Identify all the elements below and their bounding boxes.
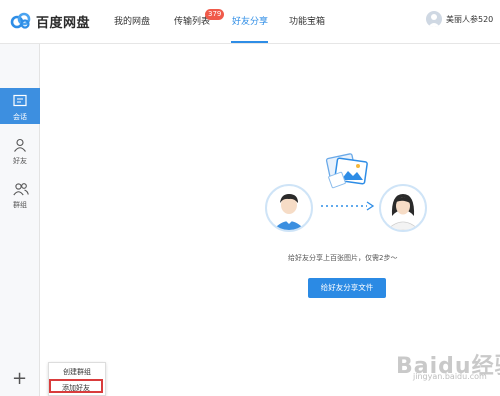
- sender-avatar: [265, 184, 313, 232]
- top-bar: 百度网盘 我的网盘 传输列表 379 好友分享 功能宝箱 美丽人参520: [0, 0, 500, 44]
- app-title: 百度网盘: [36, 15, 91, 31]
- nav-my-disk[interactable]: 我的网盘: [114, 14, 150, 27]
- dotted-arrow-icon: [321, 201, 375, 211]
- user-menu[interactable]: 美丽人参520: [426, 11, 493, 27]
- photos-illustration-icon: [325, 153, 368, 189]
- sidebar-item-friends[interactable]: 好友: [0, 132, 40, 168]
- transfer-count-badge: 379: [205, 9, 225, 20]
- sidebar-item-label: 会话: [13, 113, 27, 121]
- nav-friend-share[interactable]: 好友分享: [232, 14, 268, 27]
- app-logo[interactable]: 百度网盘: [10, 10, 90, 32]
- sidebar-item-label: 群组: [13, 201, 27, 209]
- male-user-icon: [273, 194, 305, 230]
- sidebar-item-groups[interactable]: 群组: [0, 176, 40, 212]
- share-files-button[interactable]: 给好友分享文件: [308, 278, 386, 298]
- user-name: 美丽人参520: [446, 14, 494, 24]
- group-icon: [13, 183, 29, 196]
- active-tab-indicator: [231, 41, 268, 43]
- sidebar-item-label: 好友: [13, 157, 27, 165]
- chat-icon: [13, 94, 27, 107]
- person-icon: [14, 138, 26, 152]
- female-user-icon: [386, 194, 420, 230]
- receiver-avatar: [379, 184, 427, 232]
- main-panel: 给好友分享上百张图片，仅需2步～ 给好友分享文件: [40, 44, 500, 396]
- share-description: 给好友分享上百张图片，仅需2步～: [288, 254, 398, 262]
- avatar: [426, 11, 442, 27]
- add-button[interactable]: +: [12, 370, 27, 388]
- nav-toolbox[interactable]: 功能宝箱: [289, 14, 325, 27]
- watermark-url: jingyan.baidu.com: [413, 372, 487, 381]
- left-sidebar: 会话 好友 群组 +: [0, 44, 40, 396]
- baidu-cloud-logo-icon: [10, 12, 31, 29]
- sidebar-item-conversations[interactable]: 会话: [0, 88, 40, 124]
- user-avatar-icon: [428, 14, 440, 27]
